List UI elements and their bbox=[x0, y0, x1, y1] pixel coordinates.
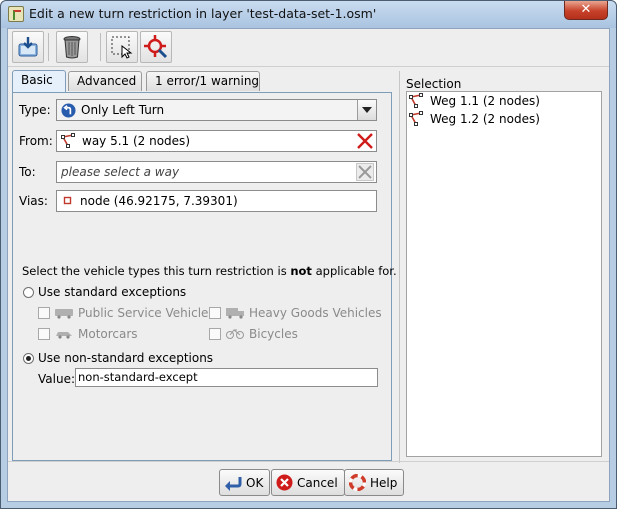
left-turn-icon bbox=[61, 102, 76, 118]
non-standard-exceptions-radio[interactable]: Use non-standard exceptions bbox=[23, 351, 213, 365]
title-bar[interactable]: Edit a new turn restriction in layer 'te… bbox=[1, 1, 616, 28]
ok-icon bbox=[225, 476, 242, 491]
chevron-down-icon[interactable] bbox=[357, 100, 376, 120]
bus-icon bbox=[55, 309, 73, 319]
motorcars-checkbox[interactable]: Motorcars bbox=[38, 327, 138, 341]
cancel-icon bbox=[276, 474, 293, 491]
selection-list[interactable]: Weg 1.1 (2 nodes) Weg 1.2 (2 nodes) bbox=[406, 91, 602, 457]
type-value: Only Left Turn bbox=[81, 103, 165, 117]
app-icon bbox=[8, 6, 24, 22]
tab-advanced[interactable]: Advanced bbox=[68, 71, 142, 91]
value-input[interactable]: non-standard-except bbox=[75, 368, 378, 387]
way-icon bbox=[409, 111, 423, 126]
bicycles-checkbox[interactable]: Bicycles bbox=[209, 327, 298, 341]
to-label: To: bbox=[19, 165, 36, 179]
selection-item[interactable]: Weg 1.2 (2 nodes) bbox=[409, 111, 540, 127]
from-field[interactable]: way 5.1 (2 nodes) bbox=[56, 130, 377, 152]
radio-checked[interactable] bbox=[23, 352, 34, 364]
type-combobox[interactable]: Only Left Turn bbox=[56, 99, 377, 121]
tab-pane: Basic Advanced 1 error/1 warning Type: O… bbox=[12, 70, 397, 463]
standard-exceptions-radio[interactable]: Use standard exceptions bbox=[23, 285, 186, 299]
dialog-window: Edit a new turn restriction in layer 'te… bbox=[0, 0, 617, 509]
from-value: way 5.1 (2 nodes) bbox=[82, 134, 190, 148]
delete-button[interactable] bbox=[56, 31, 88, 63]
radio-unchecked[interactable] bbox=[23, 286, 34, 298]
help-button[interactable]: Help bbox=[344, 469, 405, 496]
zoom-to-button[interactable] bbox=[140, 31, 172, 63]
tab-errors-warnings[interactable]: 1 error/1 warning bbox=[146, 71, 260, 91]
apply-button[interactable] bbox=[12, 31, 44, 63]
dialog-body: Basic Advanced 1 error/1 warning Type: O… bbox=[7, 28, 610, 502]
zoom-to-icon bbox=[144, 35, 168, 59]
to-placeholder: please select a way bbox=[61, 165, 180, 179]
to-field[interactable]: please select a way bbox=[56, 161, 377, 183]
button-bar: OK Cancel Help bbox=[8, 461, 609, 501]
vias-field[interactable]: node (46.92175, 7.39301) bbox=[56, 190, 377, 212]
pane-divider[interactable] bbox=[399, 71, 400, 463]
way-icon bbox=[61, 133, 75, 148]
apply-icon bbox=[18, 37, 38, 57]
select-icon bbox=[111, 36, 133, 59]
type-label: Type: bbox=[19, 103, 51, 117]
select-button[interactable] bbox=[106, 31, 138, 63]
close-button[interactable]: ✕ bbox=[564, 1, 608, 20]
value-label: Value: bbox=[38, 372, 75, 386]
basic-panel: Type: Only Left Turn From: way 5.1 (2 no… bbox=[12, 92, 397, 461]
bicycle-icon bbox=[226, 329, 244, 339]
help-lifebuoy-icon bbox=[349, 474, 366, 491]
window-title: Edit a new turn restriction in layer 'te… bbox=[29, 6, 377, 21]
vias-value: node (46.92175, 7.39301) bbox=[80, 194, 238, 208]
way-icon bbox=[409, 93, 423, 108]
truck-icon bbox=[226, 308, 244, 319]
vias-label: Vias: bbox=[19, 194, 48, 208]
clear-from-icon[interactable] bbox=[356, 132, 374, 150]
from-label: From: bbox=[19, 134, 53, 148]
delete-icon bbox=[63, 36, 81, 59]
cancel-button[interactable]: Cancel bbox=[271, 469, 345, 496]
node-icon bbox=[63, 196, 72, 205]
exceptions-note: Select the vehicle types this turn restr… bbox=[22, 264, 397, 278]
car-icon bbox=[56, 332, 72, 339]
public-service-vehicle-checkbox[interactable]: Public Service Vehicle bbox=[38, 306, 208, 320]
tab-basic[interactable]: Basic bbox=[12, 70, 66, 92]
selection-item[interactable]: Weg 1.1 (2 nodes) bbox=[409, 93, 540, 109]
selection-title: Selection bbox=[406, 77, 462, 91]
toolbar bbox=[8, 29, 609, 67]
heavy-goods-vehicles-checkbox[interactable]: Heavy Goods Vehicles bbox=[209, 306, 382, 320]
clear-to-icon bbox=[356, 163, 374, 181]
ok-button[interactable]: OK bbox=[219, 469, 271, 496]
